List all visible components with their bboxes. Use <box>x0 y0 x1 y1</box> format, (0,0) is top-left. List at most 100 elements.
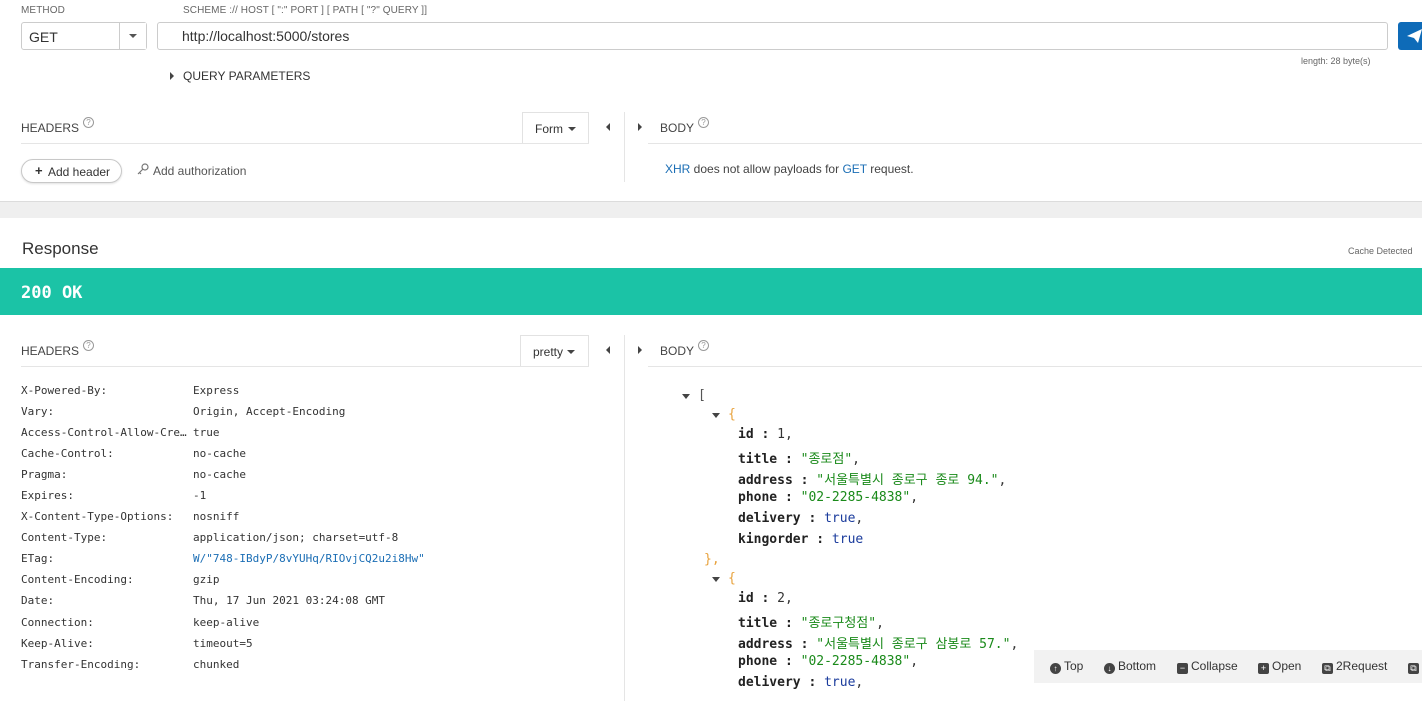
collapse-right-icon[interactable] <box>638 346 642 354</box>
get-link[interactable]: GET <box>842 162 866 176</box>
headers-editor-mode-select[interactable]: Form <box>522 112 589 143</box>
header-row: X-Powered-By: Express <box>21 384 239 397</box>
json-field: title : "종로점", <box>738 452 860 467</box>
xhr-note-text: does not allow payloads for <box>690 162 843 176</box>
header-value: Origin, Accept-Encoding <box>193 405 346 418</box>
json-field: phone : "02-2285-4838", <box>738 490 919 505</box>
header-row: Access-Control-Allow-Cre… true <box>21 426 220 439</box>
help-icon[interactable]: ? <box>83 340 94 351</box>
response-panel: Response Cache Detected 200 OK HEADERS ?… <box>0 218 1422 701</box>
header-key: Connection: <box>21 616 94 629</box>
json-value: "서울특별시 종로구 종로 94." <box>816 473 999 488</box>
header-row: ETag: W/"748-IBdyP/8vYUHq/RIOvjCQ2u2i8Hw" <box>21 552 425 565</box>
status-bar: 200 OK <box>0 268 1422 315</box>
add-header-label: Add header <box>48 165 111 179</box>
add-authorization-link[interactable]: Add authorization <box>153 164 246 178</box>
chevron-right-icon[interactable] <box>170 72 174 80</box>
response-toolbar: ↑ Top ↓ Bottom − Collapse + Open ⧉ 2Request ⧉ <box>1034 650 1422 683</box>
json-value: "02-2285-4838" <box>800 654 911 669</box>
header-row: Expires: -1 <box>21 489 206 502</box>
header-key: Date: <box>21 594 55 607</box>
collapse-button[interactable]: − Collapse <box>1177 659 1238 674</box>
help-icon[interactable]: ? <box>83 117 94 128</box>
header-row: Pragma: no-cache <box>21 468 246 481</box>
header-value-link[interactable]: W/"748-IBdyP/8vYUHq/RIOvjCQ2u2i8Hw" <box>193 552 425 565</box>
help-icon[interactable]: ? <box>698 340 709 351</box>
header-row: Date: Thu, 17 Jun 2021 03:24:08 GMT <box>21 594 385 607</box>
response-view-mode-select[interactable]: pretty <box>520 335 589 366</box>
key-icon <box>137 163 149 175</box>
json-brace: }, <box>704 552 720 567</box>
response-title: Response <box>22 239 99 258</box>
json-field: id : 1, <box>738 427 793 442</box>
method-label: METHOD <box>21 5 65 16</box>
copy-icon: ⧉ <box>1322 663 1333 674</box>
divider <box>21 143 589 144</box>
plus-icon: + <box>35 163 43 178</box>
header-row: Keep-Alive: timeout=5 <box>21 637 253 650</box>
header-value: -1 <box>193 489 207 502</box>
minus-square-icon: − <box>1177 663 1188 674</box>
header-key: Content-Type: <box>21 531 108 544</box>
divider <box>648 143 1422 144</box>
header-key: Vary: <box>21 405 55 418</box>
json-value: true <box>824 511 856 526</box>
help-icon[interactable]: ? <box>698 117 709 128</box>
header-key: X-Content-Type-Options: <box>21 510 174 523</box>
scroll-bottom-button[interactable]: ↓ Bottom <box>1104 659 1156 674</box>
json-field: phone : "02-2285-4838", <box>738 654 919 669</box>
response-headers-label: HEADERS <box>21 344 80 358</box>
header-key: ETag: <box>21 552 55 565</box>
query-parameters-toggle[interactable]: QUERY PARAMETERS <box>183 69 310 83</box>
json-object-close: }, <box>704 552 720 567</box>
header-key: Pragma: <box>21 468 68 481</box>
pretty-label: pretty <box>533 345 564 359</box>
open-button[interactable]: + Open <box>1258 659 1301 674</box>
request-headers-label: HEADERS <box>21 121 80 135</box>
collapse-left-icon[interactable] <box>606 346 610 354</box>
json-field: address : "서울특별시 종로구 삼봉로 57.", <box>738 637 1019 652</box>
json-value: "종로점" <box>800 452 853 467</box>
header-key: Expires: <box>21 489 74 502</box>
json-field: title : "종로구청점", <box>738 616 884 631</box>
divider <box>648 366 1422 367</box>
method-select[interactable]: GET <box>21 22 147 50</box>
collapse-object-icon[interactable] <box>712 413 720 418</box>
to-request-button[interactable]: ⧉ 2Request <box>1322 659 1387 674</box>
copy-icon: ⧉ <box>1408 663 1419 674</box>
json-field: id : 2, <box>738 591 793 606</box>
top-label: Top <box>1064 659 1084 673</box>
add-header-button[interactable]: + Add header <box>21 159 122 183</box>
json-value: "서울특별시 종로구 삼봉로 57." <box>816 637 1011 652</box>
method-value: GET <box>29 29 58 45</box>
plus-square-icon: + <box>1258 663 1269 674</box>
json-value: 1 <box>777 427 785 442</box>
header-row: Vary: Origin, Accept-Encoding <box>21 405 345 418</box>
request-label: 2Request <box>1336 659 1388 673</box>
panel-splitter[interactable] <box>624 335 625 701</box>
json-value: true <box>824 675 856 690</box>
panel-splitter[interactable] <box>624 112 625 182</box>
url-input[interactable]: http://localhost:5000/stores <box>157 22 1388 50</box>
collapse-object-icon[interactable] <box>712 577 720 582</box>
request-body-label: BODY <box>660 121 695 135</box>
arrow-up-icon: ↑ <box>1050 663 1061 674</box>
collapse-array-icon[interactable] <box>682 394 690 399</box>
json-array-open: [ <box>698 388 706 403</box>
xhr-note-end: request. <box>866 162 914 176</box>
scroll-top-button[interactable]: ↑ Top <box>1050 659 1083 674</box>
json-field: kingorder : true <box>738 532 864 547</box>
collapse-right-icon[interactable] <box>638 123 642 131</box>
chevron-down-icon[interactable] <box>119 23 146 49</box>
send-button[interactable] <box>1398 22 1422 50</box>
header-value: application/json; charset=utf-8 <box>193 531 399 544</box>
json-field: delivery : true, <box>738 511 864 526</box>
json-value: 2 <box>777 591 785 606</box>
header-value: timeout=5 <box>193 637 253 650</box>
xhr-link[interactable]: XHR <box>665 162 690 176</box>
header-key: Transfer-Encoding: <box>21 658 141 671</box>
clipboard-icon[interactable]: ⧉ <box>1408 659 1422 674</box>
collapse-left-icon[interactable] <box>606 123 610 131</box>
header-value: Thu, 17 Jun 2021 03:24:08 GMT <box>193 594 386 607</box>
url-length-info: length: 28 byte(s) <box>1301 56 1371 66</box>
